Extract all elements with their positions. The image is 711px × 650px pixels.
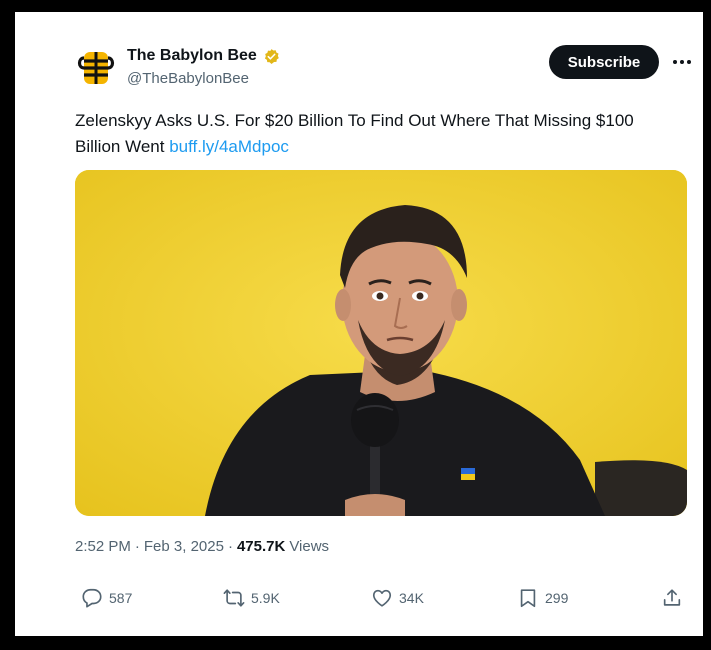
subscribe-button[interactable]: Subscribe xyxy=(549,45,659,79)
heart-icon xyxy=(372,589,392,607)
reply-button[interactable]: 587 xyxy=(81,587,132,609)
tweet-date[interactable]: Feb 3, 2025 xyxy=(144,538,224,555)
repost-count: 5.9K xyxy=(251,590,280,606)
tweet-meta: 2:52 PM · Feb 3, 2025 · 475.7K Views xyxy=(75,538,329,555)
tweet-time[interactable]: 2:52 PM xyxy=(75,538,131,555)
bookmark-count: 299 xyxy=(545,590,569,606)
babylon-bee-logo-icon xyxy=(77,52,115,84)
bookmark-button[interactable]: 299 xyxy=(517,587,568,609)
reply-icon xyxy=(82,588,102,608)
reply-count: 587 xyxy=(109,590,133,606)
views-label: Views xyxy=(289,538,330,555)
bookmark-icon xyxy=(520,589,536,608)
meta-separator: · xyxy=(134,538,140,555)
tweet-text: Zelenskyy Asks U.S. For $20 Billion To F… xyxy=(75,108,675,160)
author-row: The Babylon Bee xyxy=(127,47,280,65)
tweet-actions: 587 5.9K 34K 299 xyxy=(77,587,687,617)
more-dots-icon[interactable] xyxy=(669,49,695,75)
author-name[interactable]: The Babylon Bee xyxy=(127,47,257,65)
share-button[interactable] xyxy=(661,587,683,609)
photo-of-man-with-microphone xyxy=(75,170,687,516)
meta-separator: · xyxy=(227,538,233,555)
repost-icon xyxy=(223,589,245,607)
tweet-card: The Babylon Bee @TheBabylonBee Subscribe… xyxy=(15,12,703,636)
avatar[interactable] xyxy=(75,47,117,89)
like-count: 34K xyxy=(399,590,424,606)
tweet-image[interactable] xyxy=(75,170,687,516)
verified-badge-icon[interactable] xyxy=(263,48,280,65)
tweet-header: The Babylon Bee @TheBabylonBee Subscribe xyxy=(75,45,691,95)
author-handle[interactable]: @TheBabylonBee xyxy=(127,70,249,87)
tweet-link[interactable]: buff.ly/4aMdpoc xyxy=(169,137,289,156)
like-button[interactable]: 34K xyxy=(371,587,424,609)
tweet-body: Zelenskyy Asks U.S. For $20 Billion To F… xyxy=(75,111,634,156)
repost-button[interactable]: 5.9K xyxy=(223,587,280,609)
views-count: 475.7K xyxy=(236,538,286,555)
share-icon xyxy=(663,589,681,606)
